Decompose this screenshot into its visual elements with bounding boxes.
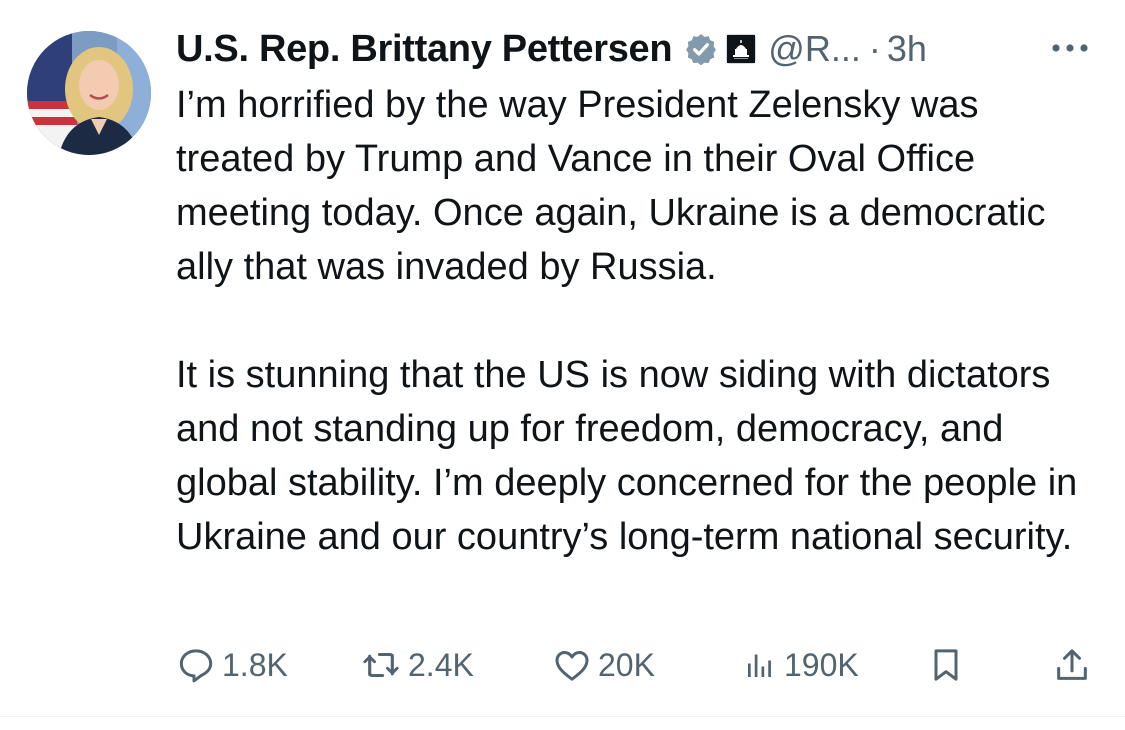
- bookmark-icon: [926, 645, 966, 685]
- heart-icon: [552, 645, 592, 685]
- capitol-affiliate-icon[interactable]: [726, 34, 757, 64]
- avatar[interactable]: [27, 31, 151, 155]
- repost-icon: [360, 645, 402, 685]
- header-separator: ·: [868, 28, 881, 69]
- tweet-paragraph: I’m horrified by the way President Zelen…: [176, 84, 1046, 288]
- reply-icon: [176, 645, 216, 685]
- tweet-timestamp[interactable]: 3h: [887, 28, 927, 70]
- reply-count: 1.8K: [222, 646, 288, 683]
- author-handle[interactable]: @R...: [768, 28, 861, 70]
- tweet-divider: [0, 716, 1125, 717]
- like-button[interactable]: 20K: [552, 640, 655, 690]
- tweet-action-bar: 1.8K 2.4K 20K 190K: [176, 640, 1106, 690]
- author-display-name[interactable]: U.S. Rep. Brittany Pettersen: [176, 28, 673, 71]
- views-button[interactable]: 190K: [742, 640, 859, 690]
- bookmark-button[interactable]: [926, 640, 966, 690]
- tweet-paragraph: It is stunning that the US is now siding…: [176, 354, 1078, 558]
- more-dots-icon[interactable]: [1048, 38, 1092, 58]
- repost-button[interactable]: 2.4K: [360, 640, 474, 690]
- views-count: 190K: [784, 646, 859, 683]
- share-button[interactable]: [1052, 640, 1092, 690]
- tweet-text: I’m horrified by the way President Zelen…: [176, 78, 1106, 564]
- like-count: 20K: [598, 646, 655, 683]
- views-chart-icon: [742, 645, 778, 685]
- reply-button[interactable]: 1.8K: [176, 640, 288, 690]
- verified-badge-icon[interactable]: [684, 32, 718, 66]
- tweet[interactable]: U.S. Rep. Brittany Pettersen @R... · 3h: [0, 0, 1125, 730]
- tweet-header: U.S. Rep. Brittany Pettersen @R... · 3h: [176, 22, 1106, 76]
- repost-count: 2.4K: [408, 646, 474, 683]
- share-icon: [1052, 645, 1092, 685]
